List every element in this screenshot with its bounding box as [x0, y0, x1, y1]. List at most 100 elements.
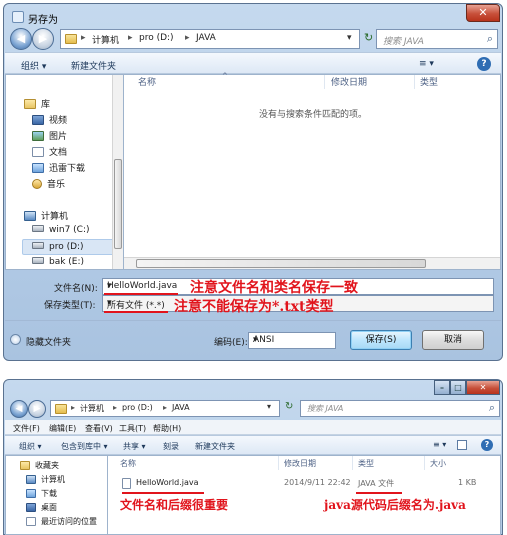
empty-message: 没有与搜索条件匹配的项。 — [259, 110, 368, 120]
column-size[interactable]: 大小 — [430, 458, 446, 469]
file-type: JAVA 文件 — [358, 479, 395, 488]
nav-recent[interactable]: 最近访问的位置 — [26, 516, 97, 527]
nav-downloads[interactable]: 下载 — [26, 488, 57, 499]
address-bar[interactable]: ▸ 计算机 ▸ pro (D:) ▸ JAVA ▾ — [50, 400, 280, 417]
horizontal-scrollbar[interactable] — [124, 257, 500, 269]
desktop-icon — [26, 503, 36, 512]
organize-button[interactable]: 组织 ▾ — [21, 59, 46, 72]
java-file-icon — [122, 478, 131, 489]
address-dropdown-icon[interactable]: ▾ — [347, 33, 352, 43]
file-size: 1 KB — [458, 478, 477, 487]
breadcrumb-sep: ▸ — [81, 33, 86, 43]
address-dropdown-icon[interactable]: ▾ — [267, 402, 271, 411]
forward-button[interactable]: ▶ — [32, 28, 54, 50]
nav-favorites[interactable]: 收藏夹 — [20, 460, 59, 471]
picture-icon — [32, 131, 44, 141]
nav-music[interactable]: 音乐 — [32, 177, 65, 190]
nav-downloads[interactable]: 迅雷下载 — [32, 161, 85, 174]
column-type[interactable]: 类型 — [358, 458, 374, 469]
nav-label: 收藏夹 — [35, 461, 59, 470]
nav-drive-c[interactable]: win7 (C:) — [32, 225, 90, 235]
column-divider[interactable] — [424, 456, 425, 470]
share-button[interactable]: 共享 ▾ — [123, 441, 146, 452]
column-type[interactable]: 类型 — [420, 75, 438, 88]
column-divider[interactable] — [352, 456, 353, 470]
minimize-button[interactable]: – — [434, 380, 450, 395]
nav-label: 计算机 — [41, 475, 65, 484]
menu-view[interactable]: 查看(V) — [85, 423, 113, 434]
breadcrumb-computer[interactable]: 计算机 — [92, 33, 119, 46]
search-input[interactable]: 搜索 JAVA ⌕ — [300, 400, 500, 417]
close-button[interactable]: ✕ — [466, 380, 500, 395]
search-icon[interactable]: ⌕ — [487, 32, 493, 46]
scroll-thumb[interactable] — [114, 159, 122, 249]
save-button[interactable]: 保存(S) — [350, 330, 412, 350]
new-folder-button[interactable]: 新建文件夹 — [71, 59, 116, 72]
nav-label: win7 (C:) — [49, 225, 90, 235]
breadcrumb-drive[interactable]: pro (D:) — [122, 403, 153, 412]
views-button[interactable]: ≡ ▾ — [419, 59, 434, 69]
nav-documents[interactable]: 文档 — [32, 145, 67, 158]
forward-button[interactable]: ▶ — [28, 400, 46, 418]
column-modified[interactable]: 修改日期 — [284, 458, 316, 469]
table-row[interactable]: HelloWorld.java 2014/9/11 22:42 JAVA 文件 … — [110, 476, 498, 491]
search-input[interactable]: 搜索 JAVA ⌕ — [376, 29, 498, 49]
breadcrumb-folder[interactable]: JAVA — [196, 33, 216, 43]
navigation-pane: 收藏夹 计算机 下载 桌面 最近访问的位置 — [5, 455, 107, 535]
menu-edit[interactable]: 编辑(E) — [49, 423, 76, 434]
views-button[interactable]: ≡ ▾ — [433, 440, 446, 449]
hide-folders-toggle[interactable]: 隐藏文件夹 — [26, 335, 71, 348]
nav-drive-d[interactable]: pro (D:) — [22, 239, 116, 255]
chevron-down-icon[interactable]: ▾ — [253, 335, 332, 345]
search-icon[interactable]: ⌕ — [489, 401, 495, 415]
back-button[interactable]: ◀ — [10, 400, 28, 418]
nav-desktop[interactable]: 桌面 — [26, 502, 57, 513]
download-icon — [26, 489, 36, 498]
column-divider[interactable] — [324, 75, 325, 89]
help-icon[interactable]: ? — [481, 439, 493, 451]
expand-icon[interactable] — [10, 334, 21, 345]
breadcrumb-folder[interactable]: JAVA — [172, 403, 190, 412]
nav-videos[interactable]: 视频 — [32, 113, 67, 126]
nav-drive-e[interactable]: bak (E:) — [32, 257, 84, 267]
column-name[interactable]: 名称 — [138, 75, 156, 88]
menu-tools[interactable]: 工具(T) — [119, 423, 146, 434]
drive-icon — [32, 225, 44, 232]
preview-pane-icon[interactable] — [457, 440, 467, 450]
include-library-button[interactable]: 包含到库中 ▾ — [61, 441, 108, 452]
search-placeholder: 搜索 JAVA — [383, 37, 424, 47]
nav-computer[interactable]: 计算机 — [26, 474, 65, 485]
nav-scrollbar[interactable] — [112, 75, 123, 269]
help-icon[interactable]: ? — [477, 57, 491, 71]
refresh-icon[interactable]: ↻ — [364, 31, 373, 44]
annotation-filename: 注意文件名和类名保存一致 — [190, 280, 358, 296]
nav-computer[interactable]: 计算机 — [24, 209, 68, 222]
search-placeholder: 搜索 JAVA — [307, 404, 344, 413]
address-bar[interactable]: ▸ 计算机 ▸ pro (D:) ▸ JAVA ▾ — [60, 29, 360, 49]
column-divider[interactable] — [278, 456, 279, 470]
nav-libraries[interactable]: 库 — [24, 97, 50, 110]
encoding-select[interactable]: ANSI ▾ — [248, 332, 336, 349]
new-folder-button[interactable]: 新建文件夹 — [195, 441, 235, 452]
maximize-button[interactable]: □ — [450, 380, 466, 395]
breadcrumb-computer[interactable]: 计算机 — [80, 403, 104, 414]
burn-button[interactable]: 刻录 — [163, 441, 179, 452]
video-icon — [32, 115, 44, 125]
breadcrumb-drive[interactable]: pro (D:) — [139, 33, 174, 43]
column-divider[interactable] — [414, 75, 415, 89]
breadcrumb-sep: ▸ — [113, 403, 118, 412]
column-name[interactable]: 名称 — [120, 458, 136, 469]
sort-icon: ^ — [222, 72, 228, 80]
refresh-icon[interactable]: ↻ — [285, 401, 293, 412]
scroll-thumb[interactable] — [136, 259, 426, 268]
close-button[interactable]: ✕ — [466, 4, 500, 22]
menu-help[interactable]: 帮助(H) — [153, 423, 181, 434]
cancel-button[interactable]: 取消 — [422, 330, 484, 350]
menu-file[interactable]: 文件(F) — [13, 423, 40, 434]
back-button[interactable]: ◀ — [10, 28, 32, 50]
column-modified[interactable]: 修改日期 — [331, 75, 367, 88]
organize-button[interactable]: 组织 ▾ — [19, 441, 42, 452]
nav-pictures[interactable]: 图片 — [32, 129, 67, 142]
dialog-title: 另存为 — [28, 15, 58, 26]
divider — [5, 320, 501, 321]
